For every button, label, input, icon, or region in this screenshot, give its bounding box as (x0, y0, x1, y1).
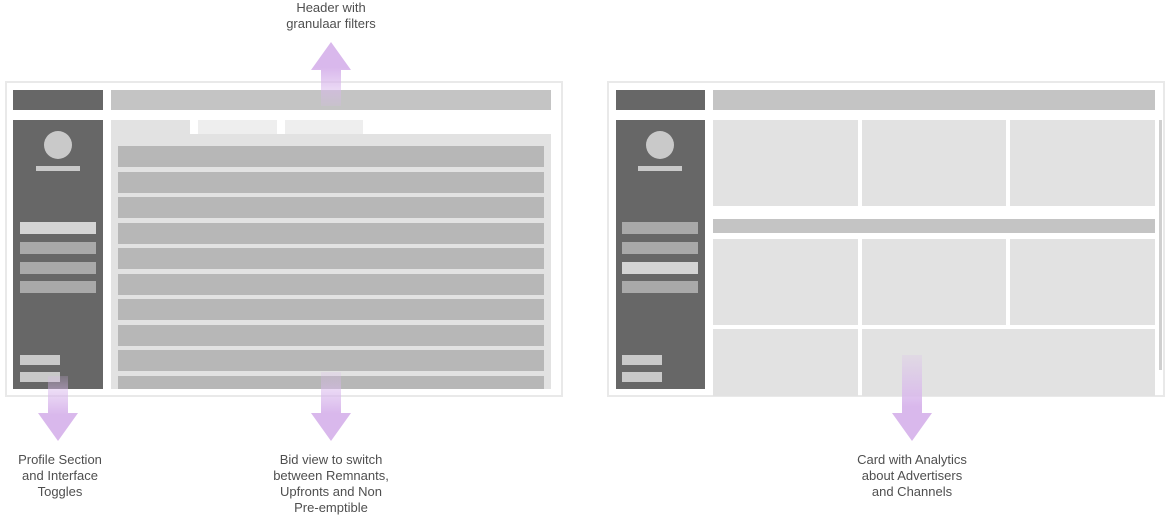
scrollbar[interactable] (1159, 120, 1162, 370)
profile-annotation: Profile Section and Interface Toggles (18, 452, 102, 499)
arrow-down-icon (892, 355, 932, 441)
analytics-card (1010, 120, 1155, 206)
bid-row (118, 172, 544, 193)
analytics-card (862, 239, 1006, 325)
filter-header-bar (713, 90, 1155, 110)
analytics-card (713, 329, 858, 396)
analytics-card (713, 120, 858, 206)
header-annotation: Header with granulaar filters (286, 0, 376, 31)
arrow-up-icon (311, 42, 351, 106)
toggle-item (622, 372, 662, 382)
sidebar-item (622, 222, 698, 234)
bid-view-annotation: Bid view to switch between Remnants, Upf… (273, 452, 389, 515)
sidebar-item (20, 262, 96, 274)
profile-name-line (638, 166, 682, 171)
sidebar-item (622, 242, 698, 254)
sidebar-item (20, 281, 96, 293)
section-divider-bar (713, 219, 1155, 233)
arrow-down-icon (311, 372, 351, 441)
analytics-card (713, 239, 858, 325)
bid-row (118, 299, 544, 320)
toggle-item (622, 355, 662, 365)
analytics-card (862, 120, 1006, 206)
bid-row (118, 248, 544, 269)
sidebar-item (622, 262, 698, 274)
avatar (646, 131, 674, 159)
logo-block (13, 90, 103, 110)
profile-name-line (36, 166, 80, 171)
sidebar (616, 120, 705, 389)
bid-row (118, 274, 544, 295)
tab (198, 120, 277, 134)
logo-block (616, 90, 705, 110)
tab (285, 120, 363, 134)
sidebar (13, 120, 103, 389)
sidebar-item (20, 222, 96, 234)
bid-row (118, 197, 544, 218)
analytics-annotation: Card with Analytics about Advertisers an… (857, 452, 967, 499)
bid-row (118, 146, 544, 167)
sidebar-item (622, 281, 698, 293)
bid-row (118, 223, 544, 244)
avatar (44, 131, 72, 159)
bid-row (118, 325, 544, 346)
arrow-down-icon (38, 376, 78, 441)
sidebar-item (20, 242, 96, 254)
analytics-card (1010, 239, 1155, 325)
toggle-item (20, 355, 60, 365)
bid-row (118, 350, 544, 371)
tab (111, 120, 190, 134)
